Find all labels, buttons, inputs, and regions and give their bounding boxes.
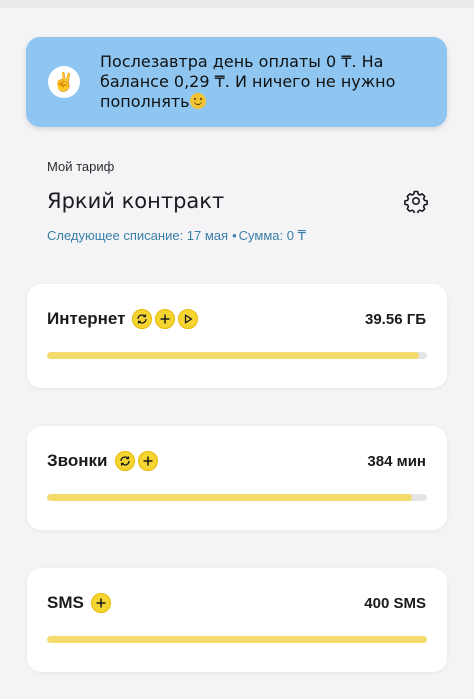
- package-card-calls[interactable]: Звонки 384 мин: [27, 426, 447, 530]
- progress-bar: [47, 636, 427, 643]
- package-title: SMS: [47, 593, 111, 613]
- progress-fill: [47, 494, 412, 501]
- banner-text: Послезавтра день оплаты 0 ₸. На балансе …: [100, 52, 430, 112]
- progress-bar: [47, 352, 427, 359]
- package-value: 400 SMS: [364, 595, 426, 612]
- plus-icon[interactable]: [90, 593, 111, 613]
- gear-icon[interactable]: [404, 189, 428, 215]
- package-card-sms[interactable]: SMS 400 SMS: [27, 568, 447, 672]
- separator: •: [232, 228, 237, 243]
- refresh-icon[interactable]: [132, 309, 153, 329]
- smiling-face-icon: [189, 93, 206, 109]
- package-title-label: SMS: [47, 593, 84, 612]
- top-bar: [0, 0, 474, 8]
- next-charge: Следующее списание: 17 мая: [47, 228, 229, 243]
- package-title-label: Звонки: [47, 451, 108, 470]
- victory-hand-icon: ✌️: [48, 66, 80, 98]
- progress-fill: [47, 352, 420, 359]
- package-title-label: Интернет: [47, 309, 126, 328]
- charge-amount: Сумма: 0 ₸: [238, 228, 306, 243]
- banner-message: Послезавтра день оплаты 0 ₸. На балансе …: [100, 52, 396, 111]
- play-icon[interactable]: [178, 309, 199, 329]
- refresh-icon[interactable]: [114, 451, 135, 471]
- package-title: Интернет: [47, 309, 199, 329]
- package-value: 39.56 ГБ: [365, 311, 426, 328]
- plus-icon[interactable]: [155, 309, 176, 329]
- progress-fill: [47, 636, 427, 643]
- package-card-internet[interactable]: Интернет 39.56 ГБ: [27, 284, 447, 388]
- package-title: Звонки: [47, 451, 158, 471]
- tariff-name: Яркий контракт: [47, 189, 225, 213]
- plus-icon[interactable]: [137, 451, 158, 471]
- tariff-caption: Мой тариф: [47, 159, 115, 174]
- package-value: 384 мин: [367, 453, 426, 470]
- progress-bar: [47, 494, 427, 501]
- payment-banner[interactable]: ✌️ Послезавтра день оплаты 0 ₸. На балан…: [26, 37, 447, 127]
- billing-info: Следующее списание: 17 мая • Сумма: 0 ₸: [47, 228, 306, 244]
